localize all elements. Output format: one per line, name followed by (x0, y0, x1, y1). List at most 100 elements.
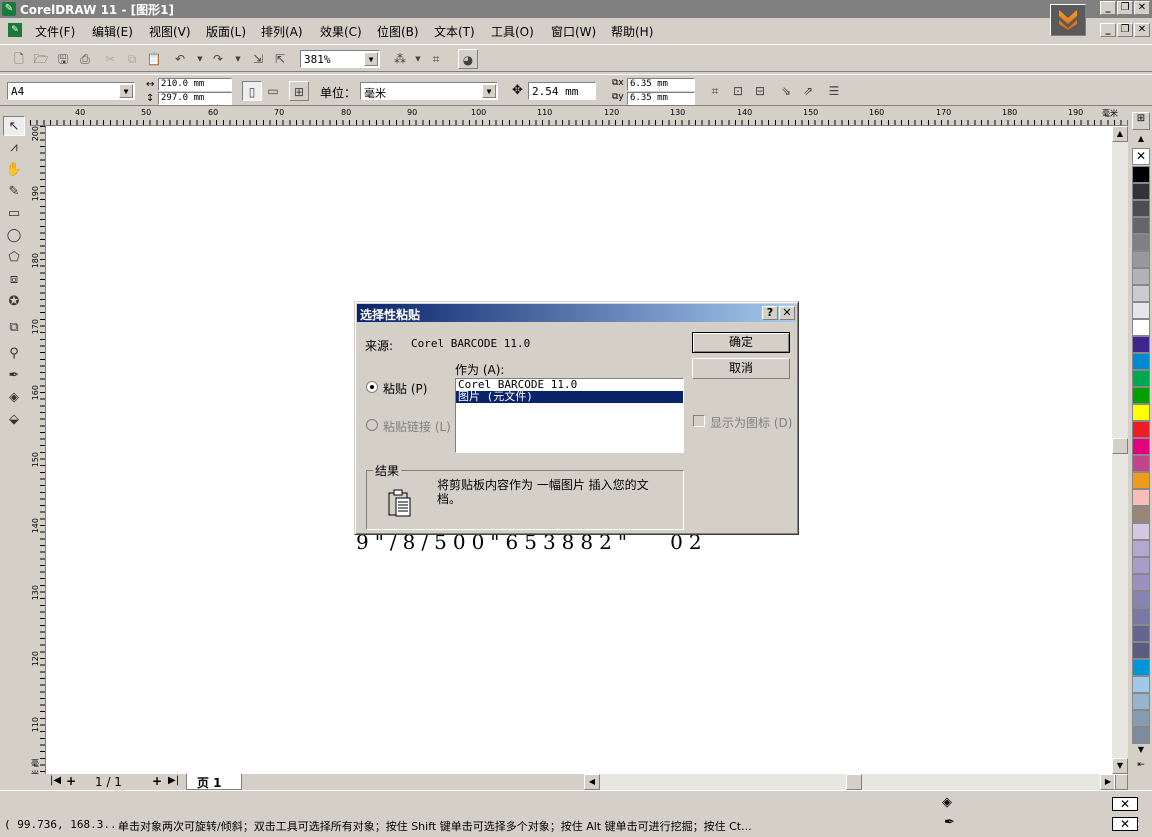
h-scroll-thumb[interactable] (846, 774, 862, 790)
undo-icon[interactable]: ↶ (170, 49, 190, 69)
paste-radio-label[interactable]: 粘贴 (P) (383, 380, 427, 397)
color-swatch[interactable] (1132, 404, 1150, 421)
vertical-scrollbar[interactable]: ▲ ▼ (1112, 126, 1128, 774)
application-launcher-icon[interactable]: ⁂ (390, 49, 410, 69)
dialog-title-bar[interactable]: 选择性粘贴 ? ✕ (357, 304, 796, 322)
color-swatch[interactable] (1132, 642, 1150, 659)
color-swatch[interactable] (1132, 353, 1150, 370)
undo-dropdown-icon[interactable]: ▼ (190, 49, 210, 69)
minimize-button[interactable]: _ (1100, 1, 1116, 15)
outline-swatch[interactable]: ✕ (1112, 817, 1138, 831)
list-item-selected[interactable]: 图片 (元文件) (456, 391, 683, 403)
menu-window[interactable]: 窗口(W) (551, 23, 596, 40)
color-swatch[interactable] (1132, 506, 1150, 523)
redo-icon[interactable]: ↷ (208, 49, 228, 69)
menu-help[interactable]: 帮助(H) (611, 23, 653, 40)
color-swatch[interactable] (1132, 676, 1150, 693)
redo-dropdown-icon[interactable]: ▼ (228, 49, 248, 69)
color-swatch[interactable] (1132, 608, 1150, 625)
color-swatch[interactable] (1132, 387, 1150, 404)
paper-dropdown-icon[interactable]: ▼ (119, 84, 133, 98)
snap-to-guidelines-icon[interactable]: ⊡ (728, 81, 748, 101)
vertical-ruler[interactable]: 200 190 180 170 160 150 140 130 120 110 … (30, 126, 46, 774)
cut-icon[interactable]: ✂ (100, 49, 120, 69)
interactive-blend-tool-icon[interactable]: ⧉ (3, 318, 25, 338)
color-swatch[interactable] (1132, 472, 1150, 489)
snap-to-grid-icon[interactable]: ⌗ (705, 81, 725, 101)
corel-graphics-community-icon[interactable]: ⌗ (426, 49, 446, 69)
save-icon[interactable]: 🖫 (53, 49, 73, 69)
scroll-thumb[interactable] (1112, 438, 1128, 454)
launcher-dropdown-icon[interactable]: ▼ (408, 49, 428, 69)
add-page-after-icon[interactable]: + (152, 774, 162, 788)
fill-tool-icon[interactable]: ◈ (3, 388, 25, 408)
palette-scroll-down-icon[interactable]: ▼ (1132, 745, 1150, 757)
interactive-fill-tool-icon[interactable]: ⬙ (3, 410, 25, 430)
add-page-before-icon[interactable]: + (66, 774, 76, 788)
zoom-dropdown-icon[interactable]: ▼ (364, 52, 378, 66)
options-icon[interactable]: ⇗ (798, 81, 818, 101)
menu-edit[interactable]: 编辑(E) (92, 23, 133, 40)
duplicate-x-field[interactable]: 6.35 mm (627, 78, 695, 91)
paste-radio[interactable] (366, 381, 378, 393)
palette-menu-icon[interactable]: ⊞ (1132, 112, 1150, 130)
page-width-field[interactable]: 210.0 mm (158, 78, 232, 91)
color-swatch[interactable] (1132, 659, 1150, 676)
page-layout-icon[interactable]: ⊞ (289, 81, 309, 101)
new-icon[interactable]: 🗋 (9, 49, 29, 69)
page-height-field[interactable]: 297.0 mm (158, 92, 232, 105)
scroll-down-icon[interactable]: ▼ (1112, 758, 1128, 774)
freehand-tool-icon[interactable]: ✎ (3, 182, 25, 202)
color-swatch[interactable] (1132, 285, 1150, 302)
units-dropdown-icon[interactable]: ▼ (482, 84, 496, 98)
zoom-level-field[interactable]: 381% ▼ (300, 50, 380, 68)
horizontal-ruler[interactable]: 40 50 60 70 80 90 100 110 120 130 140 15… (30, 108, 1128, 126)
portrait-icon[interactable]: ▯ (242, 81, 262, 101)
document-icon[interactable]: ✎ (8, 23, 22, 37)
color-swatch[interactable] (1132, 438, 1150, 455)
shape-tool-icon[interactable]: ⩘ (3, 138, 25, 158)
color-swatch[interactable] (1132, 200, 1150, 217)
print-icon[interactable]: ⎙ (75, 49, 95, 69)
export-icon[interactable]: ⇱ (270, 49, 290, 69)
color-swatch[interactable] (1132, 557, 1150, 574)
color-swatch[interactable] (1132, 489, 1150, 506)
color-swatch[interactable] (1132, 591, 1150, 608)
pick-tool-icon[interactable]: ↖ (3, 116, 25, 136)
menu-file[interactable]: 文件(F) (35, 23, 75, 40)
color-swatch[interactable] (1132, 540, 1150, 557)
close-button[interactable]: ✕ (1134, 1, 1150, 15)
menu-effects[interactable]: 效果(C) (320, 23, 362, 40)
menu-tools[interactable]: 工具(O) (491, 23, 534, 40)
color-swatch[interactable] (1132, 319, 1150, 336)
rectangle-tool-icon[interactable]: ▭ (3, 204, 25, 224)
duplicate-y-field[interactable]: 6.35 mm (627, 92, 695, 105)
paste-as-listbox[interactable]: Corel BARCODE 11.0 图片 (元文件) (455, 378, 684, 453)
menu-text[interactable]: 文本(T) (434, 23, 475, 40)
color-swatch[interactable] (1132, 574, 1150, 591)
restore-button[interactable]: ❐ (1117, 1, 1133, 15)
navigator-icon[interactable] (1114, 774, 1128, 790)
doc-restore-button[interactable]: ❐ (1117, 23, 1133, 37)
color-swatch[interactable] (1132, 421, 1150, 438)
palette-scroll-up-icon[interactable]: ▲ (1132, 134, 1150, 146)
treat-as-filled-icon[interactable]: ⇘ (776, 81, 796, 101)
units-select[interactable]: 毫米 ▼ (360, 82, 498, 100)
basic-shapes-tool-icon[interactable]: ⧈ (3, 270, 25, 290)
cancel-button[interactable]: 取消 (692, 358, 790, 379)
color-swatch[interactable] (1132, 710, 1150, 727)
color-swatch[interactable] (1132, 234, 1150, 251)
color-swatch[interactable] (1132, 727, 1150, 744)
palette-expand-icon[interactable]: ⇤ (1132, 760, 1150, 774)
alignment-icon[interactable]: ☰ (824, 81, 844, 101)
last-page-icon[interactable]: ▶| (168, 775, 179, 786)
color-swatch[interactable] (1132, 523, 1150, 540)
polygon-tool-icon[interactable]: ⬠ (3, 248, 25, 268)
no-fill-swatch[interactable]: ✕ (1132, 148, 1150, 165)
landscape-icon[interactable]: ▭ (263, 81, 283, 101)
copy-icon[interactable]: ⧉ (122, 49, 142, 69)
color-manager-icon[interactable]: ◕ (458, 49, 478, 69)
scroll-left-icon[interactable]: ◀ (584, 774, 600, 790)
ok-button[interactable]: 确定 (692, 332, 790, 353)
help-button[interactable]: ? (762, 306, 778, 320)
